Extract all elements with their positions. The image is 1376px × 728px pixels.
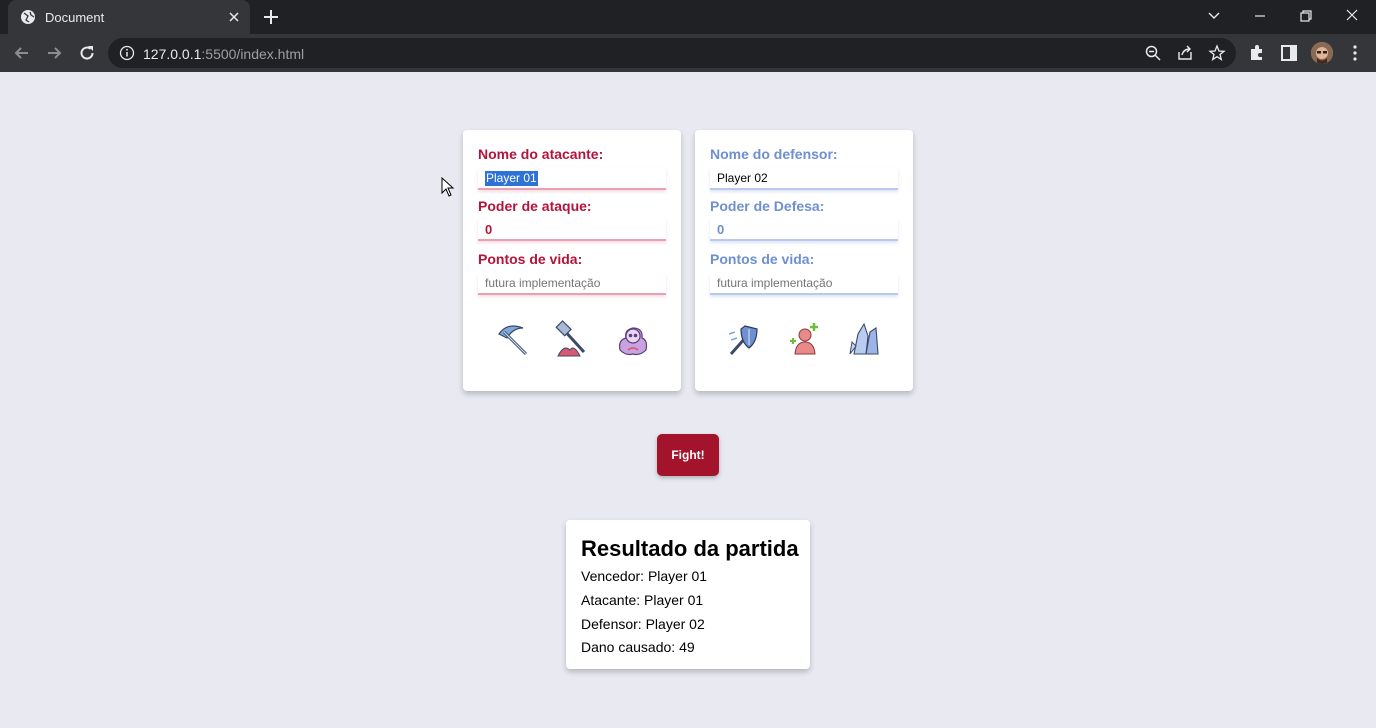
browser-toolbar: 127.0.0.1:5500/index.html <box>0 34 1376 72</box>
attacker-card: Nome do atacante: Player 01 Poder de ata… <box>463 130 681 391</box>
attacker-name-label: Nome do atacante: <box>478 146 604 162</box>
info-icon[interactable] <box>119 45 135 61</box>
attacker-hp-label: Pontos de vida: <box>478 251 583 267</box>
url-text: 127.0.0.1:5500/index.html <box>143 46 304 62</box>
skull-spell-icon[interactable] <box>614 320 652 358</box>
hammer-icon[interactable] <box>554 320 592 358</box>
scythe-icon[interactable] <box>493 320 531 358</box>
bookmark-star-icon[interactable] <box>1208 44 1226 62</box>
result-attacker: Atacante: Player 01 <box>581 592 704 608</box>
url-path: :5500/index.html <box>201 46 305 62</box>
new-tab-icon[interactable] <box>262 8 280 26</box>
defense-power-input[interactable] <box>710 219 898 241</box>
tab-search-icon[interactable] <box>1202 5 1226 27</box>
defender-hp-label: Pontos de vida: <box>710 251 815 267</box>
attack-power-input[interactable] <box>478 219 666 241</box>
result-title: Resultado da partida <box>581 536 799 561</box>
address-bar[interactable]: 127.0.0.1:5500/index.html <box>108 38 1236 68</box>
shield-sword-icon[interactable] <box>725 320 763 358</box>
close-window-icon[interactable] <box>1340 5 1364 27</box>
side-panel-icon[interactable] <box>1279 43 1299 63</box>
attacker-name-selection: Player 01 <box>485 171 538 186</box>
profile-avatar[interactable] <box>1311 42 1333 64</box>
attack-power-label: Poder de ataque: <box>478 198 592 214</box>
defense-power-label: Poder de Defesa: <box>710 198 825 214</box>
forward-arrow-icon[interactable] <box>44 43 64 63</box>
minimize-icon[interactable] <box>1248 5 1272 27</box>
close-tab-icon[interactable] <box>226 9 242 25</box>
zoom-icon[interactable] <box>1144 44 1162 62</box>
extensions-puzzle-icon[interactable] <box>1247 43 1267 63</box>
avatar-face-icon <box>1311 42 1333 64</box>
defender-card: Nome do defensor: Poder de Defesa: Ponto… <box>695 130 913 391</box>
browser-tab[interactable]: Document <box>8 0 250 34</box>
reload-icon[interactable] <box>77 43 97 63</box>
back-arrow-icon[interactable] <box>12 43 32 63</box>
globe-icon <box>21 10 35 24</box>
result-defender: Defensor: Player 02 <box>581 616 705 632</box>
share-icon[interactable] <box>1176 44 1194 62</box>
defender-hp-input[interactable] <box>710 273 898 295</box>
tab-title: Document <box>45 10 105 25</box>
result-damage: Dano causado: 49 <box>581 639 695 655</box>
crystal-icon[interactable] <box>846 320 884 358</box>
menu-dots-icon[interactable] <box>1345 43 1365 63</box>
restore-icon[interactable] <box>1294 5 1318 27</box>
defender-name-input[interactable] <box>710 168 898 190</box>
url-host: 127.0.0.1 <box>143 46 202 62</box>
heal-person-icon[interactable] <box>786 320 824 358</box>
fight-button[interactable]: Fight! <box>657 434 719 476</box>
result-winner: Vencedor: Player 01 <box>581 568 708 584</box>
mouse-cursor-icon <box>441 177 455 197</box>
match-result-card: Resultado da partida Vencedor: Player 01… <box>566 520 810 669</box>
defender-name-label: Nome do defensor: <box>710 146 838 162</box>
browser-tabstrip: Document <box>0 0 1376 34</box>
attacker-hp-input[interactable] <box>478 273 666 295</box>
